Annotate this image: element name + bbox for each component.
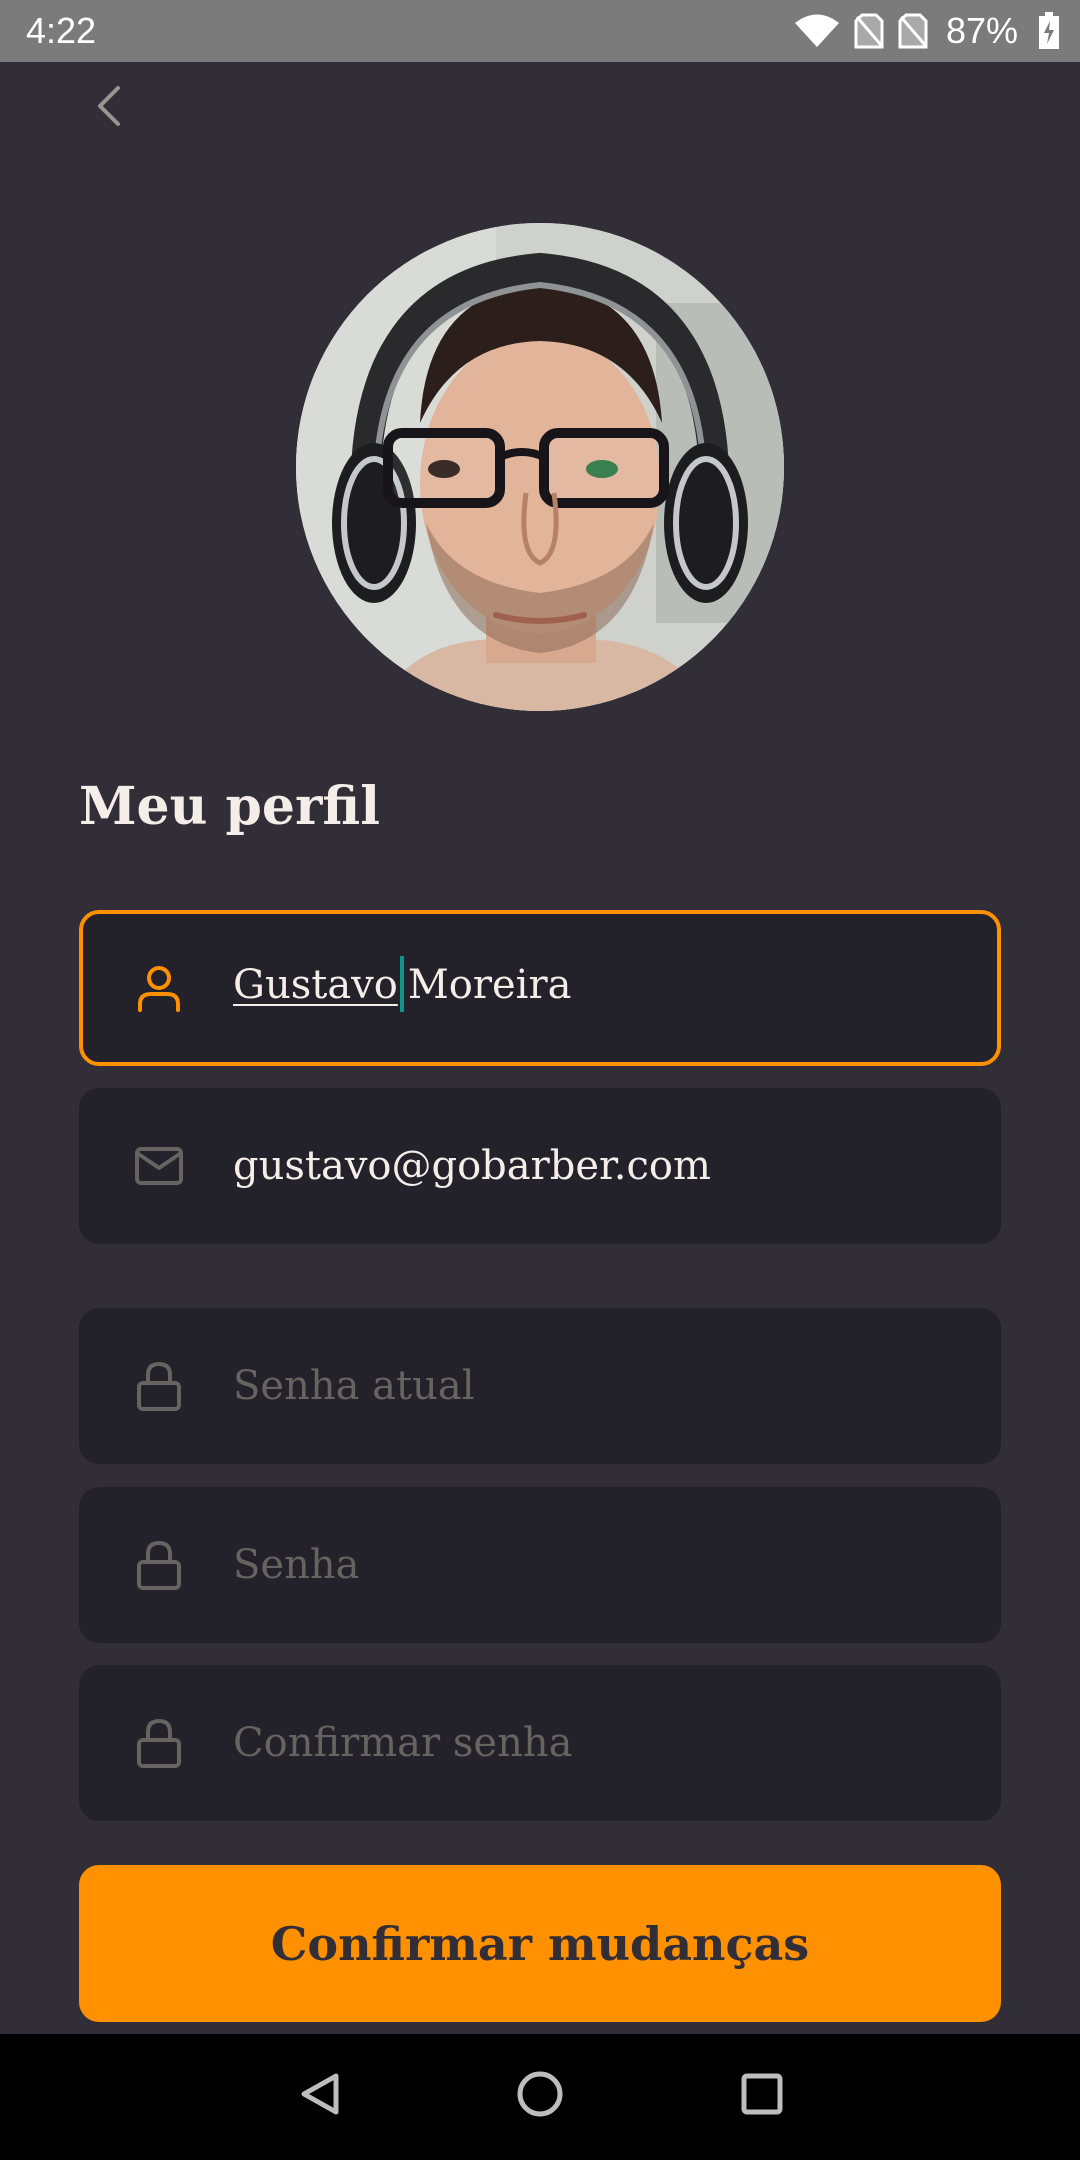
name-first: Gustavo — [233, 962, 398, 1008]
name-input[interactable]: Gustavo Moreira — [233, 956, 572, 1016]
password-confirmation-input[interactable]: Confirmar senha — [233, 1720, 572, 1766]
email-input[interactable]: gustavo@gobarber.com — [233, 1143, 711, 1189]
lock-icon — [131, 1358, 187, 1414]
back-triangle-icon — [296, 2070, 344, 2122]
mail-icon — [131, 1138, 187, 1194]
confirm-changes-button[interactable]: Confirmar mudanças — [79, 1865, 1001, 2022]
name-field[interactable]: Gustavo Moreira — [79, 910, 1001, 1066]
password-input[interactable]: Senha — [233, 1542, 359, 1588]
nav-back-button[interactable] — [288, 2064, 352, 2128]
nav-home-button[interactable] — [508, 2064, 572, 2128]
no-sim-icon — [898, 13, 928, 49]
name-rest: Moreira — [407, 962, 572, 1008]
profile-photo — [296, 223, 784, 711]
no-sim-icon — [854, 13, 884, 49]
user-icon — [131, 960, 187, 1016]
status-bar: 4:22 87% — [0, 0, 1080, 62]
back-button[interactable] — [86, 82, 132, 134]
status-icons: 87% — [794, 8, 1060, 54]
old-password-input[interactable]: Senha atual — [233, 1363, 474, 1409]
home-circle-icon — [515, 2069, 565, 2123]
chevron-left-icon — [94, 84, 124, 132]
status-time: 4:22 — [26, 10, 97, 51]
lock-icon — [131, 1715, 187, 1771]
page-title: Meu perfil — [79, 776, 380, 837]
battery-charging-icon — [1038, 12, 1060, 50]
avatar[interactable] — [296, 223, 784, 711]
battery-percent: 87% — [945, 10, 1018, 51]
old-password-field[interactable]: Senha atual — [79, 1308, 1001, 1464]
nav-recents-button[interactable] — [730, 2064, 794, 2128]
text-cursor — [399, 956, 404, 1012]
lock-icon — [131, 1537, 187, 1593]
recents-square-icon — [739, 2071, 785, 2121]
navigation-bar — [0, 2034, 1080, 2160]
wifi-icon — [794, 14, 840, 48]
password-confirmation-field[interactable]: Confirmar senha — [79, 1665, 1001, 1821]
email-field[interactable]: gustavo@gobarber.com — [79, 1088, 1001, 1244]
password-field[interactable]: Senha — [79, 1487, 1001, 1643]
